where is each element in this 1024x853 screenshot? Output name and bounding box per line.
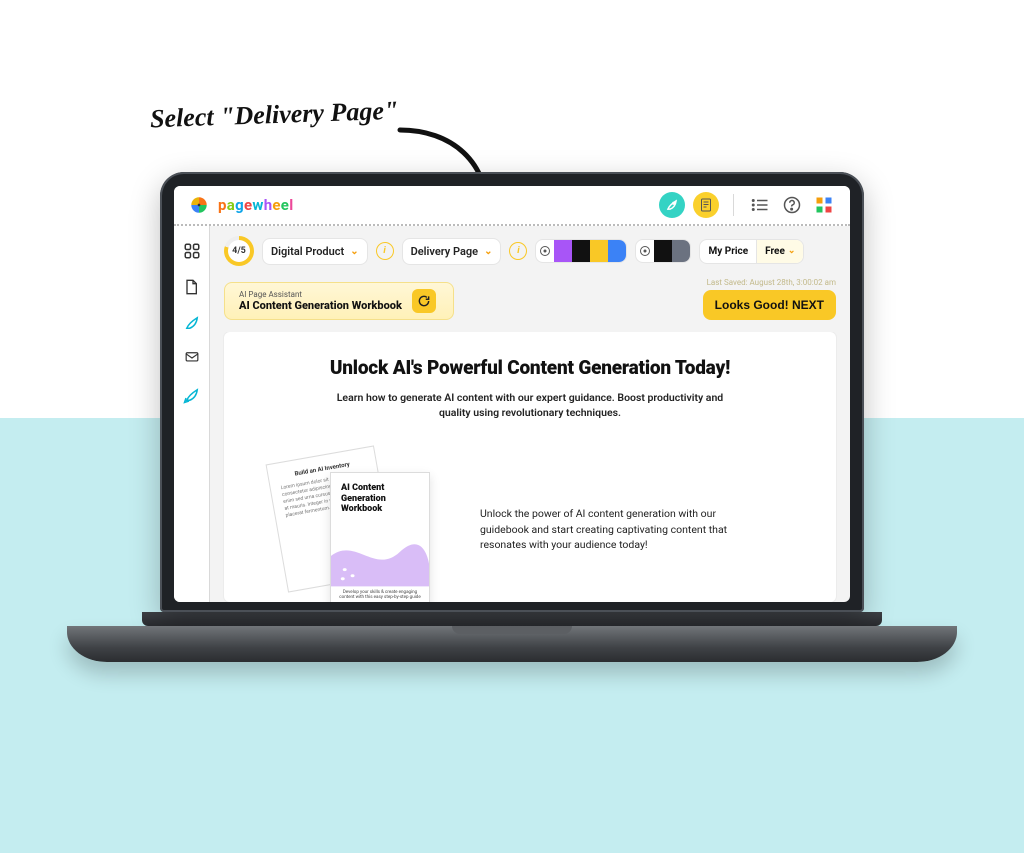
chevron-down-icon: ⌄ bbox=[788, 246, 796, 256]
mockup-front-page: AI Content Generation Workbook Develop y… bbox=[330, 472, 430, 602]
boost-button[interactable] bbox=[659, 192, 685, 218]
sidebar-launch[interactable] bbox=[183, 314, 201, 332]
price-label: My Price bbox=[700, 240, 756, 263]
editor-canvas[interactable]: Unlock AI's Powerful Content Generation … bbox=[224, 332, 836, 602]
laptop-mockup: pagewheel bbox=[160, 172, 864, 662]
sidebar-mail[interactable] bbox=[183, 350, 201, 368]
app-window: pagewheel bbox=[174, 186, 850, 602]
progress-indicator: 4/5 bbox=[224, 236, 254, 266]
list-icon bbox=[751, 198, 769, 212]
rocket-icon bbox=[665, 198, 679, 212]
color-palette-b[interactable] bbox=[635, 239, 691, 263]
list-view-button[interactable] bbox=[748, 193, 772, 217]
swatch[interactable] bbox=[590, 240, 608, 262]
brand-wordmark: pagewheel bbox=[218, 196, 293, 214]
brand-pinwheel-icon bbox=[188, 194, 210, 216]
help-button[interactable] bbox=[780, 193, 804, 217]
laptop-base bbox=[67, 626, 957, 662]
sidebar-page[interactable] bbox=[183, 278, 201, 296]
publish-icon bbox=[183, 386, 201, 404]
page-icon bbox=[183, 278, 199, 296]
mail-icon bbox=[183, 351, 201, 365]
assistant-row: AI Page Assistant AI Content Generation … bbox=[210, 274, 850, 332]
swatch[interactable] bbox=[608, 240, 626, 262]
apps-icon bbox=[815, 196, 833, 214]
palette-selected-icon bbox=[636, 240, 654, 262]
price-selector[interactable]: My Price Free⌄ bbox=[699, 239, 804, 264]
ai-assistant-chip[interactable]: AI Page Assistant AI Content Generation … bbox=[224, 282, 454, 320]
help-icon bbox=[783, 196, 801, 214]
doc-button[interactable] bbox=[693, 192, 719, 218]
app-header: pagewheel bbox=[174, 186, 850, 226]
hero-title: Unlock AI's Powerful Content Generation … bbox=[260, 356, 800, 379]
price-value: Free bbox=[765, 246, 785, 257]
color-palette-a[interactable] bbox=[535, 239, 627, 263]
hero-content: Build an AI Inventory Lorem ipsum dolor … bbox=[260, 454, 800, 602]
hero-copy: Unlock the power of AI content generatio… bbox=[480, 506, 730, 553]
sidebar-publish[interactable] bbox=[183, 386, 201, 404]
refresh-ai-icon[interactable] bbox=[412, 289, 436, 313]
swatch[interactable] bbox=[654, 240, 672, 262]
last-saved-text: Last Saved: August 28th, 3:00:02 am bbox=[703, 278, 836, 287]
laptop-screen: pagewheel bbox=[160, 172, 864, 612]
chevron-down-icon: ⌄ bbox=[484, 246, 492, 257]
sidebar bbox=[174, 226, 210, 602]
swatch[interactable] bbox=[672, 240, 690, 262]
product-type-select[interactable]: Digital Product ⌄ bbox=[262, 238, 368, 265]
info-icon[interactable]: i bbox=[376, 242, 394, 260]
document-icon bbox=[700, 198, 712, 212]
next-button[interactable]: Looks Good! NEXT bbox=[703, 290, 836, 320]
product-type-label: Digital Product bbox=[271, 245, 344, 258]
sidebar-dashboard[interactable] bbox=[183, 242, 201, 260]
wave-graphic-icon bbox=[331, 533, 429, 586]
assistant-label: AI Page Assistant bbox=[239, 290, 402, 299]
assistant-title: AI Content Generation Workbook bbox=[239, 299, 402, 312]
annotation-text: Select "Delivery Page" bbox=[150, 96, 399, 135]
grid-icon bbox=[183, 242, 201, 260]
info-icon[interactable]: i bbox=[509, 242, 527, 260]
swatch[interactable] bbox=[572, 240, 590, 262]
mockup-front-title: AI Content Generation Workbook bbox=[341, 483, 419, 514]
builder-toolbar: 4/5 Digital Product ⌄ i Delivery Page ⌄ … bbox=[210, 226, 850, 274]
product-mockup: Build an AI Inventory Lorem ipsum dolor … bbox=[270, 454, 450, 602]
hero-subtitle: Learn how to generate AI content with ou… bbox=[320, 391, 740, 420]
main-area: 4/5 Digital Product ⌄ i Delivery Page ⌄ … bbox=[210, 226, 850, 602]
mockup-front-footer: Develop your skills & create engaging co… bbox=[331, 587, 429, 602]
page-type-select[interactable]: Delivery Page ⌄ bbox=[402, 238, 502, 265]
page-type-label: Delivery Page bbox=[411, 245, 479, 258]
chevron-down-icon: ⌄ bbox=[350, 246, 358, 257]
laptop-hinge bbox=[142, 612, 882, 626]
palette-selected-icon bbox=[536, 240, 554, 262]
apps-button[interactable] bbox=[812, 193, 836, 217]
swatch[interactable] bbox=[554, 240, 572, 262]
launch-icon bbox=[183, 314, 201, 332]
